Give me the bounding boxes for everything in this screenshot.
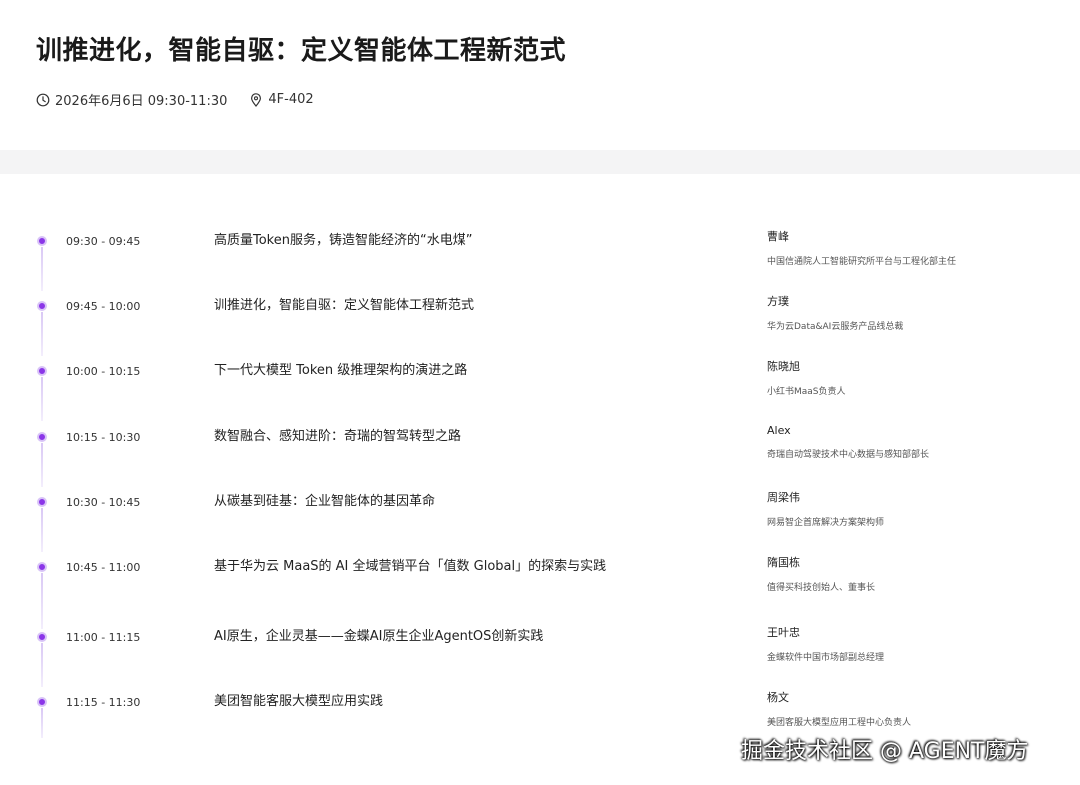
speaker-role: 小红书MaaS负责人 (767, 387, 846, 397)
agenda-time: 10:00 - 10:15 (66, 365, 141, 378)
speaker-role: 华为云Data&AI云服务产品线总裁 (767, 322, 904, 332)
event-location: 4F-402 (268, 92, 314, 107)
agenda-time: 09:30 - 09:45 (66, 235, 141, 248)
speaker-role: 值得买科技创始人、董事长 (767, 583, 876, 593)
speaker-info: 隋国栋 值得买科技创始人、董事长 (767, 554, 1067, 593)
agenda-time: 11:15 - 11:30 (66, 696, 141, 709)
agenda-topic: 美团智能客服大模型应用实践 (214, 694, 384, 709)
location-pin-icon (249, 92, 263, 107)
speaker-info: 杨文 美团客服大模型应用工程中心负责人 (767, 689, 1067, 728)
agenda-time: 11:00 - 11:15 (66, 631, 141, 644)
speaker-name: Alex (767, 424, 791, 437)
speaker-role: 奇瑞自动驾驶技术中心数据与感知部部长 (767, 450, 930, 460)
timeline-dot (37, 432, 47, 442)
event-meta: 2026年6月6日 09:30-11:30 4F-402 (36, 90, 314, 109)
timeline-dot (37, 562, 47, 572)
agenda-topic: 下一代大模型 Token 级推理架构的演进之路 (214, 363, 468, 378)
timeline-line (41, 643, 43, 687)
timeline-line (41, 708, 43, 738)
event-header: 训推进化，智能自驱：定义智能体工程新范式 2026年6月6日 09:30-11:… (0, 0, 1080, 150)
timeline-line (41, 247, 43, 291)
speaker-info: 王叶忠 金蝶软件中国市场部副总经理 (767, 624, 1067, 663)
agenda-topic: 基于华为云 MaaS的 AI 全域营销平台「值数 Global」的探索与实践 (214, 559, 607, 574)
agenda-topic: 训推进化，智能自驱：定义智能体工程新范式 (214, 298, 475, 313)
timeline-dot (37, 301, 47, 311)
section-divider (0, 150, 1080, 174)
speaker-name: 周梁伟 (767, 491, 800, 504)
clock-icon (36, 93, 50, 107)
agenda-topic: AI原生，企业灵基——金蝶AI原生企业AgentOS创新实践 (214, 629, 544, 644)
timeline-dot (37, 236, 47, 246)
timeline-line (41, 377, 43, 421)
speaker-name: 曹峰 (767, 230, 789, 243)
agenda-time: 10:30 - 10:45 (66, 496, 141, 509)
agenda-topic: 从碳基到硅基：企业智能体的基因革命 (214, 494, 436, 509)
speaker-info: 方璞 华为云Data&AI云服务产品线总裁 (767, 293, 1067, 332)
agenda-time: 10:15 - 10:30 (66, 431, 141, 444)
timeline-dot (37, 697, 47, 707)
timeline-dot (37, 366, 47, 376)
timeline-line (41, 312, 43, 356)
event-datetime: 2026年6月6日 09:30-11:30 (55, 94, 228, 109)
speaker-name: 隋国栋 (767, 556, 800, 569)
agenda-timeline: 09:30 - 09:45 高质量Token服务，铸造智能经济的“水电煤” 曹峰… (0, 174, 1080, 785)
speaker-role: 金蝶软件中国市场部副总经理 (767, 653, 885, 663)
speaker-info: Alex 奇瑞自动驾驶技术中心数据与感知部部长 (767, 424, 1067, 460)
speaker-role: 中国信通院人工智能研究所平台与工程化部主任 (767, 257, 957, 267)
agenda-time: 10:45 - 11:00 (66, 561, 141, 574)
page: 训推进化，智能自驱：定义智能体工程新范式 2026年6月6日 09:30-11:… (0, 0, 1080, 785)
speaker-info: 周梁伟 网易智企首席解决方案架构师 (767, 489, 1067, 528)
timeline-dot (37, 497, 47, 507)
speaker-role: 网易智企首席解决方案架构师 (767, 518, 885, 528)
agenda-topic: 高质量Token服务，铸造智能经济的“水电煤” (214, 233, 473, 248)
timeline-line (41, 573, 43, 629)
timeline-line (41, 443, 43, 487)
page-title: 训推进化，智能自驱：定义智能体工程新范式 (36, 36, 567, 66)
watermark: 掘金技术社区 @ AGENT魔方 (741, 739, 1029, 764)
speaker-info: 曹峰 中国信通院人工智能研究所平台与工程化部主任 (767, 228, 1067, 267)
speaker-name: 王叶忠 (767, 626, 800, 639)
speaker-name: 杨文 (767, 691, 789, 704)
agenda-time: 09:45 - 10:00 (66, 300, 141, 313)
speaker-role: 美团客服大模型应用工程中心负责人 (767, 718, 912, 728)
agenda-topic: 数智融合、感知进阶：奇瑞的智驾转型之路 (214, 429, 462, 444)
speaker-name: 陈晓旭 (767, 360, 800, 373)
timeline-dot (37, 632, 47, 642)
speaker-info: 陈晓旭 小红书MaaS负责人 (767, 358, 1067, 397)
timeline-line (41, 508, 43, 552)
speaker-name: 方璞 (767, 295, 789, 308)
